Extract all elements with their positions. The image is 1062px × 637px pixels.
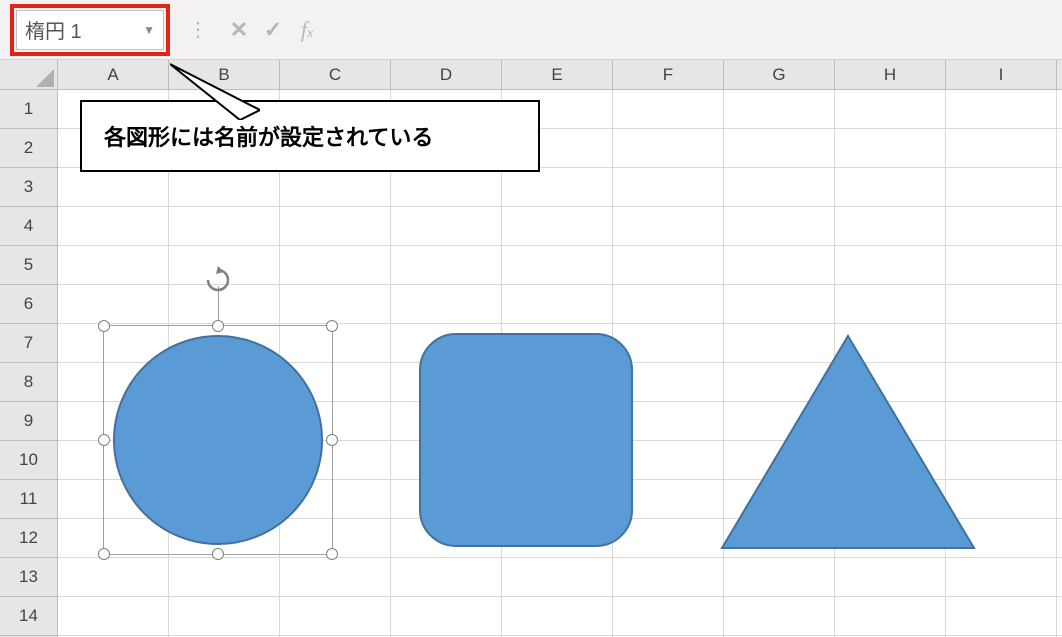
row-header-10[interactable]: 10 — [0, 441, 57, 480]
col-header-H[interactable]: H — [835, 60, 946, 89]
row-header-7[interactable]: 7 — [0, 324, 57, 363]
resize-handle-bl[interactable] — [98, 548, 110, 560]
col-header-E[interactable]: E — [502, 60, 613, 89]
row-headers: 1 2 3 4 5 6 7 8 9 10 11 12 13 14 — [0, 90, 58, 637]
row-header-1[interactable]: 1 — [0, 90, 57, 129]
row-header-9[interactable]: 9 — [0, 402, 57, 441]
col-header-I[interactable]: I — [946, 60, 1057, 89]
row-header-6[interactable]: 6 — [0, 285, 57, 324]
name-box[interactable]: 楕円 1 ▼ — [16, 10, 164, 50]
selection-box[interactable] — [103, 325, 333, 555]
callout-tail-icon — [170, 60, 260, 120]
name-box-value: 楕円 1 — [25, 15, 82, 44]
row-header-3[interactable]: 3 — [0, 168, 57, 207]
fx-icon[interactable]: fx — [290, 17, 324, 43]
resize-handle-bm[interactable] — [212, 548, 224, 560]
row-header-11[interactable]: 11 — [0, 480, 57, 519]
annotation-callout: 各図形には名前が設定されている — [80, 100, 540, 172]
formula-bar: 楕円 1 ▼ ⋮ ✕ ✓ fx — [0, 0, 1062, 60]
callout-text: 各図形には名前が設定されている — [80, 100, 540, 172]
col-header-C[interactable]: C — [280, 60, 391, 89]
dropdown-icon[interactable]: ▼ — [143, 23, 155, 37]
enter-icon[interactable]: ✓ — [256, 17, 290, 43]
row-header-4[interactable]: 4 — [0, 207, 57, 246]
row-header-8[interactable]: 8 — [0, 363, 57, 402]
row-header-2[interactable]: 2 — [0, 129, 57, 168]
column-headers: A B C D E F G H I — [0, 60, 1062, 90]
separator-icon: ⋮ — [188, 17, 208, 42]
select-all-corner[interactable] — [0, 60, 58, 89]
name-box-highlight: 楕円 1 ▼ — [10, 4, 170, 56]
cancel-icon[interactable]: ✕ — [222, 17, 256, 43]
col-header-G[interactable]: G — [724, 60, 835, 89]
row-header-5[interactable]: 5 — [0, 246, 57, 285]
col-header-A[interactable]: A — [58, 60, 169, 89]
row-header-12[interactable]: 12 — [0, 519, 57, 558]
formula-input[interactable] — [336, 10, 1062, 50]
row-header-14[interactable]: 14 — [0, 597, 57, 636]
shape-rounded-rect[interactable] — [418, 332, 634, 548]
resize-handle-br[interactable] — [326, 548, 338, 560]
rotation-handle-icon[interactable] — [204, 266, 232, 299]
row-header-13[interactable]: 13 — [0, 558, 57, 597]
resize-handle-ml[interactable] — [98, 434, 110, 446]
resize-handle-tl[interactable] — [98, 320, 110, 332]
shape-triangle[interactable] — [718, 332, 978, 552]
col-header-F[interactable]: F — [613, 60, 724, 89]
col-header-D[interactable]: D — [391, 60, 502, 89]
resize-handle-tr[interactable] — [326, 320, 338, 332]
resize-handle-mr[interactable] — [326, 434, 338, 446]
resize-handle-tm[interactable] — [212, 320, 224, 332]
